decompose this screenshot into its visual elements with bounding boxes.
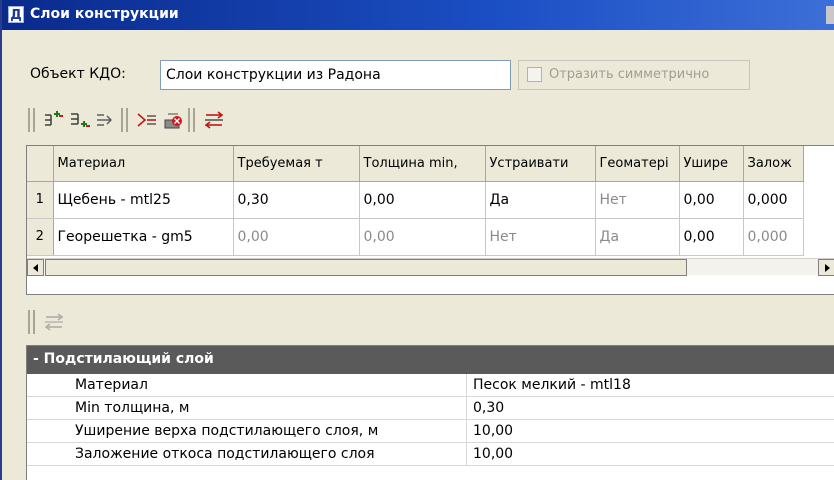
- grid-corner: [27, 146, 54, 182]
- grid-cell[interactable]: Да: [595, 218, 680, 256]
- grid-cell[interactable]: 0,00: [359, 181, 486, 219]
- move-layer-icon[interactable]: [94, 108, 118, 132]
- scroll-right-button[interactable]: [818, 259, 834, 276]
- scroll-thumb[interactable]: [45, 259, 687, 276]
- column-header[interactable]: Требуемая т: [233, 146, 360, 182]
- table-row[interactable]: 1 Щебень - mtl25 0,30 0,00 Да Нет 0,00 0…: [27, 181, 804, 219]
- horizontal-scrollbar[interactable]: [27, 258, 834, 276]
- column-header[interactable]: Геоматері: [595, 146, 680, 182]
- toolbar-grip[interactable]: [28, 310, 35, 334]
- layers-grid: Материал Требуемая т Толщина min, Устраи…: [26, 145, 834, 295]
- property-row[interactable]: Уширение верха подстилающего слоя, м 10,…: [27, 420, 834, 443]
- column-header[interactable]: Толщина min,: [359, 146, 486, 182]
- row-number[interactable]: 1: [27, 181, 54, 219]
- delete-layer-icon[interactable]: [162, 108, 186, 132]
- column-header[interactable]: Залож: [743, 146, 804, 182]
- property-name: Уширение верха подстилающего слоя, м: [27, 420, 467, 443]
- toolbar-grip[interactable]: [28, 108, 35, 132]
- toolbar-grip[interactable]: [188, 108, 195, 132]
- properties-panel: - Подстилающий слой Материал Песок мелки…: [26, 345, 834, 480]
- grid-cell[interactable]: Нет: [595, 181, 680, 219]
- arrow-left-icon: [33, 264, 38, 272]
- grid-cell[interactable]: 0,00: [359, 218, 486, 256]
- grid-cell[interactable]: 0,00: [679, 181, 744, 219]
- swap-layers-icon[interactable]: [202, 108, 226, 132]
- title-bar[interactable]: Д Слои конструкции: [2, 0, 834, 30]
- grid-cell[interactable]: Да: [485, 181, 596, 219]
- property-value[interactable]: 10,00: [473, 446, 513, 462]
- grid-cell[interactable]: 0,00: [233, 218, 360, 256]
- symmetric-checkbox[interactable]: Отразить симметрично: [518, 60, 750, 90]
- row-number[interactable]: 2: [27, 218, 54, 256]
- grid-cell[interactable]: 0,00: [679, 218, 744, 256]
- window-title: Слои конструкции: [30, 6, 179, 22]
- title-button-edge[interactable]: [826, 6, 834, 24]
- grid-header-row: Материал Требуемая т Толщина min, Устраи…: [27, 146, 804, 182]
- table-row[interactable]: 2 Георешетка - gm5 0,00 0,00 Нет Да 0,00…: [27, 218, 804, 256]
- insert-layer-icon[interactable]: [135, 108, 159, 132]
- object-label: Объект КДО:: [30, 66, 126, 82]
- checkbox-box[interactable]: [527, 67, 542, 82]
- toolbar-grip[interactable]: [121, 108, 128, 132]
- column-header[interactable]: Устраивати: [485, 146, 596, 182]
- property-row[interactable]: Min толщина, м 0,30: [27, 397, 834, 420]
- layers-window: Д Слои конструкции Объект КДО: Слои конс…: [0, 0, 834, 480]
- property-row[interactable]: Материал Песок мелкий - mtl18: [27, 374, 834, 397]
- grid-cell[interactable]: 0,000: [743, 218, 804, 256]
- add-layer-below-icon[interactable]: [68, 108, 92, 132]
- property-row[interactable]: Заложение откоса подстилающего слоя 10,0…: [27, 443, 834, 466]
- column-header[interactable]: Ушире: [679, 146, 744, 182]
- property-name: Min толщина, м: [27, 397, 467, 420]
- grid-cell[interactable]: Георешетка - gm5: [53, 218, 234, 256]
- grid-cell[interactable]: Нет: [485, 218, 596, 256]
- property-value[interactable]: 10,00: [473, 423, 513, 439]
- grid-cell[interactable]: 0,000: [743, 181, 804, 219]
- group-header[interactable]: - Подстилающий слой: [27, 346, 834, 374]
- symmetric-label: Отразить симметрично: [549, 67, 710, 82]
- arrow-right-icon: [825, 264, 830, 272]
- grid-cell[interactable]: 0,30: [233, 181, 360, 219]
- object-field[interactable]: Слои конструкции из Радона: [160, 60, 511, 90]
- property-name: Заложение откоса подстилающего слоя: [27, 443, 467, 466]
- property-name: Материал: [27, 374, 467, 397]
- swap-layers-disabled-icon[interactable]: [42, 310, 66, 334]
- column-header[interactable]: Материал: [53, 146, 234, 182]
- scroll-left-button[interactable]: [27, 259, 44, 276]
- app-icon: Д: [8, 6, 24, 23]
- grid-cell[interactable]: Щебень - mtl25: [53, 181, 234, 219]
- property-value[interactable]: 0,30: [473, 400, 504, 416]
- add-layer-above-icon[interactable]: [42, 108, 66, 132]
- property-value[interactable]: Песок мелкий - mtl18: [473, 377, 631, 393]
